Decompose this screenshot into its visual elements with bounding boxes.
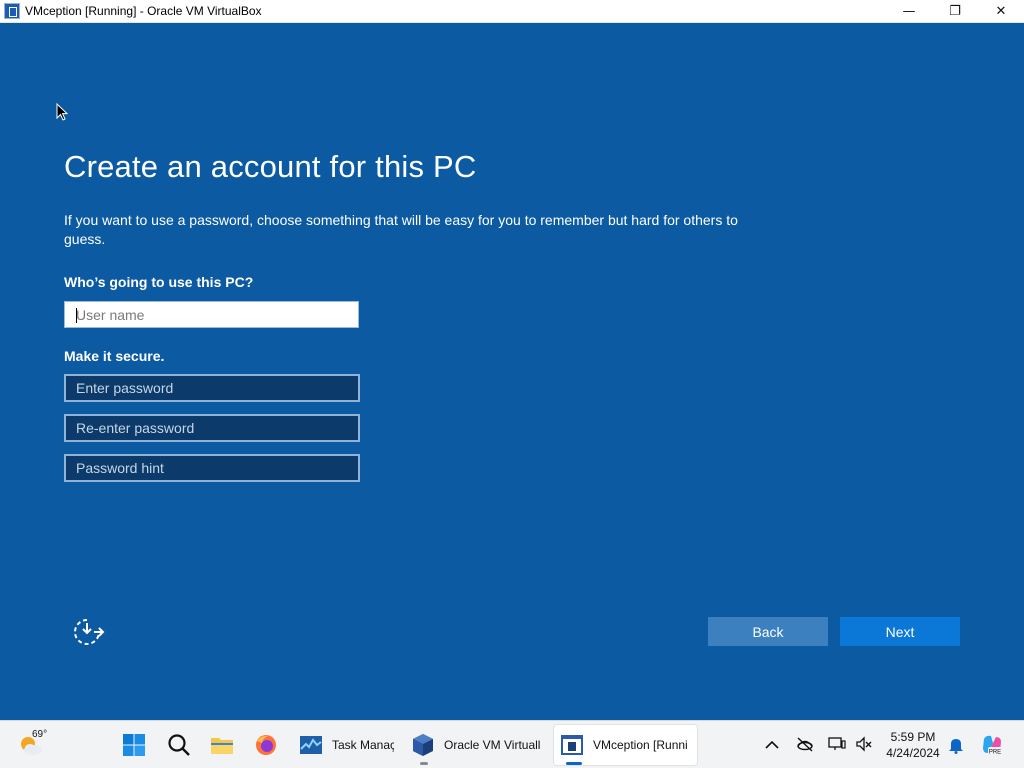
copilot-icon[interactable]: PRE: [980, 733, 1004, 757]
next-button[interactable]: Next: [840, 617, 960, 646]
username-field-wrapper: [64, 301, 359, 328]
window-controls: — ❐ ✕: [886, 0, 1024, 23]
network-disconnected-icon[interactable]: [796, 736, 814, 752]
password-input[interactable]: [66, 376, 358, 400]
search-icon: [168, 734, 190, 756]
show-hidden-icons-chevron-icon[interactable]: [764, 738, 780, 752]
clock[interactable]: 5:59 PM 4/24/2024: [880, 729, 946, 761]
task-manager-icon: [300, 736, 322, 754]
notification-bell-icon[interactable]: [948, 736, 964, 754]
password-field-wrapper: [64, 374, 360, 402]
virtualbox-icon: [4, 3, 20, 19]
vmception-label: VMception [Runni: [593, 738, 688, 752]
secure-label: Make it secure.: [64, 348, 165, 364]
window-title-bar: VMception [Running] - Oracle VM VirtualB…: [0, 0, 1024, 23]
taskbar-app-virtualbox[interactable]: Oracle VM Virtuall: [410, 721, 544, 768]
accessibility-icon[interactable]: [70, 617, 106, 647]
oobe-screen: Create an account for this PC If you wan…: [0, 23, 1024, 720]
display-icon[interactable]: [828, 736, 846, 752]
svg-text:PRE: PRE: [989, 750, 1001, 756]
volume-muted-icon[interactable]: [855, 736, 873, 752]
virtualbox-icon: [413, 734, 433, 756]
start-button[interactable]: [121, 721, 147, 768]
vm-window-icon: [561, 735, 583, 755]
minimize-button[interactable]: —: [886, 0, 932, 23]
task-manager-label: Task Manaç: [332, 738, 394, 752]
username-input[interactable]: [65, 302, 358, 327]
taskbar-app-task-manager[interactable]: Task Manaç: [298, 721, 394, 768]
page-title: Create an account for this PC: [64, 149, 477, 184]
windows-logo-icon: [123, 734, 145, 756]
text-caret: [76, 308, 77, 323]
weather-temperature: 69°: [32, 729, 48, 740]
username-label: Who’s going to use this PC?: [64, 274, 254, 290]
clock-date: 4/24/2024: [886, 746, 940, 760]
folder-icon: [211, 738, 233, 754]
taskbar-app-vmception[interactable]: VMception [Runni: [559, 721, 693, 768]
reenter-password-field-wrapper: [64, 414, 360, 442]
firefox-button[interactable]: [253, 721, 279, 768]
mouse-cursor-icon: [56, 103, 68, 121]
running-indicator: [420, 762, 428, 765]
page-description: If you want to use a password, choose so…: [64, 212, 738, 247]
close-button[interactable]: ✕: [978, 0, 1024, 23]
active-indicator: [566, 762, 582, 765]
window-title: VMception [Running] - Oracle VM VirtualB…: [25, 4, 262, 18]
password-hint-input[interactable]: [66, 456, 358, 480]
clock-time: 5:59 PM: [890, 730, 936, 744]
reenter-password-input[interactable]: [66, 416, 358, 440]
search-button[interactable]: [166, 721, 192, 768]
firefox-icon: [256, 735, 276, 755]
restore-button[interactable]: ❐: [932, 0, 978, 23]
back-button[interactable]: Back: [708, 617, 828, 646]
password-hint-field-wrapper: [64, 454, 360, 482]
taskbar: 69° Task Manaç Oracle VM Virtuall VMcept…: [0, 720, 1024, 768]
file-explorer-button[interactable]: [209, 721, 235, 768]
virtualbox-label: Oracle VM Virtuall: [444, 738, 541, 752]
weather-widget[interactable]: 69°: [18, 721, 48, 768]
